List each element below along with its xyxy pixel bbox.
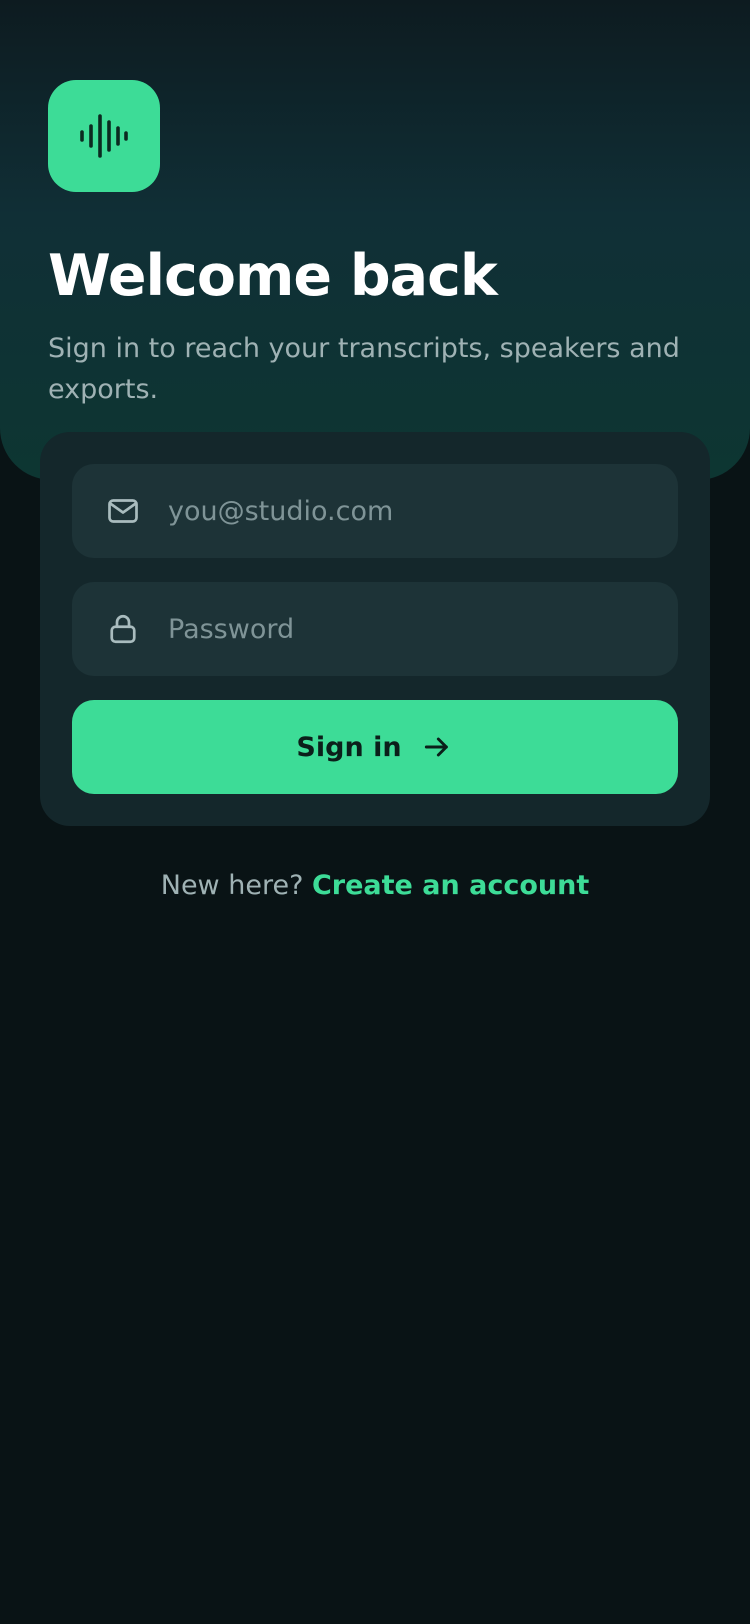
app-logo	[48, 80, 160, 192]
email-field[interactable]	[72, 464, 678, 558]
waveform-icon	[80, 114, 128, 158]
hero-header: Welcome back Sign in to reach your trans…	[0, 0, 750, 480]
mail-icon	[104, 492, 142, 530]
page-title: Welcome back	[48, 243, 498, 309]
password-field[interactable]	[72, 582, 678, 676]
signup-row: New here? Create an account	[0, 866, 750, 906]
login-screen: Welcome back Sign in to reach your trans…	[0, 0, 750, 1624]
sign-in-button[interactable]: Sign in	[72, 700, 678, 794]
sign-in-form: Sign in	[40, 432, 710, 826]
page-subtitle: Sign in to reach your transcripts, speak…	[48, 333, 680, 405]
signup-prompt: New here?	[160, 870, 312, 901]
email-input[interactable]	[166, 464, 678, 558]
arrow-right-icon	[420, 730, 454, 764]
sign-in-label: Sign in	[296, 731, 402, 763]
lock-icon	[104, 610, 142, 648]
create-account-link[interactable]: Create an account	[312, 870, 589, 901]
password-input[interactable]	[166, 582, 678, 676]
